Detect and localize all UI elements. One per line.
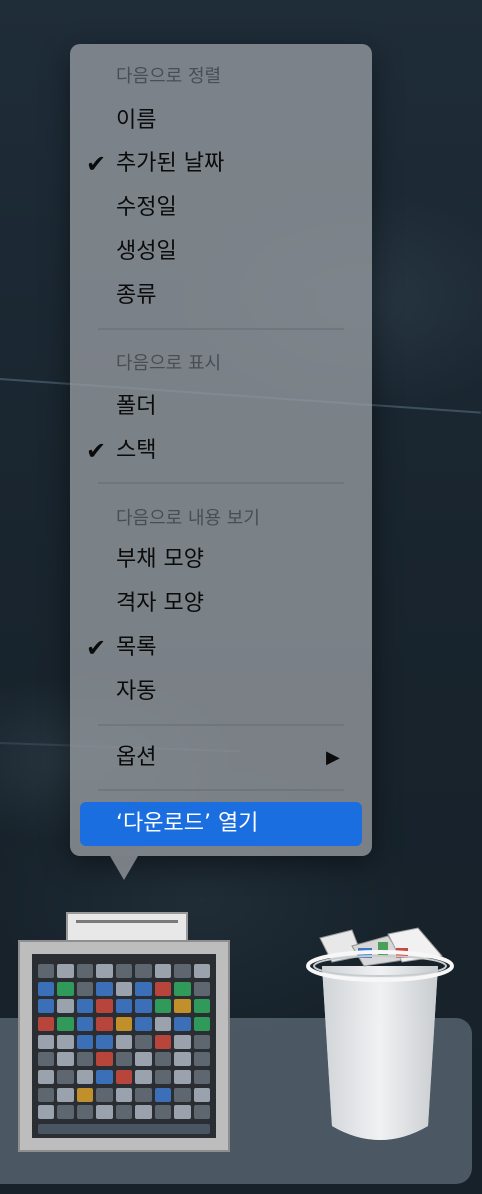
view-header: 다음으로 내용 보기: [116, 508, 260, 529]
stack-preview-screenshot: [32, 954, 216, 1138]
triangle-right-icon: ▶: [326, 747, 340, 768]
separator: [98, 482, 344, 484]
checkmark-icon: ✔: [86, 634, 107, 662]
checkmark-icon: ✔: [86, 437, 107, 465]
menu-item-sort-kind[interactable]: 종류: [116, 281, 156, 311]
downloads-stack-icon[interactable]: [18, 940, 230, 1152]
menu-item-view-automatic[interactable]: 자동: [116, 677, 156, 707]
separator: [98, 789, 344, 791]
sort-header: 다음으로 정렬: [116, 66, 222, 87]
trash-icon[interactable]: [292, 926, 468, 1156]
menu-item-view-list[interactable]: 목록: [116, 633, 156, 663]
dock-context-menu: 다음으로 정렬 이름 ✔ 추가된 날짜 수정일 생성일 종류 다음으로 표시 폴…: [70, 44, 372, 880]
menu-item-view-fan[interactable]: 부채 모양: [116, 545, 204, 575]
menu-item-display-stack[interactable]: 스택: [116, 436, 156, 466]
separator: [98, 328, 344, 330]
menu-item-view-grid[interactable]: 격자 모양: [116, 589, 204, 619]
stack-preview-dock: [38, 1124, 210, 1134]
menu-item-open-downloads[interactable]: ‘다운로드’ 열기: [116, 809, 258, 839]
menu-item-display-folder[interactable]: 폴더: [116, 392, 156, 422]
checkmark-icon: ✔: [86, 150, 107, 178]
menu-item-sort-date-added[interactable]: 추가된 날짜: [116, 149, 224, 179]
menu-item-sort-name[interactable]: 이름: [116, 106, 156, 136]
menu-item-sort-created[interactable]: 생성일: [116, 237, 177, 267]
stack-preview-grid: [38, 964, 210, 1120]
separator: [98, 724, 344, 726]
menu-item-options[interactable]: 옵션: [116, 743, 156, 773]
display-header: 다음으로 표시: [116, 353, 222, 374]
menu-item-sort-modified[interactable]: 수정일: [116, 193, 177, 223]
